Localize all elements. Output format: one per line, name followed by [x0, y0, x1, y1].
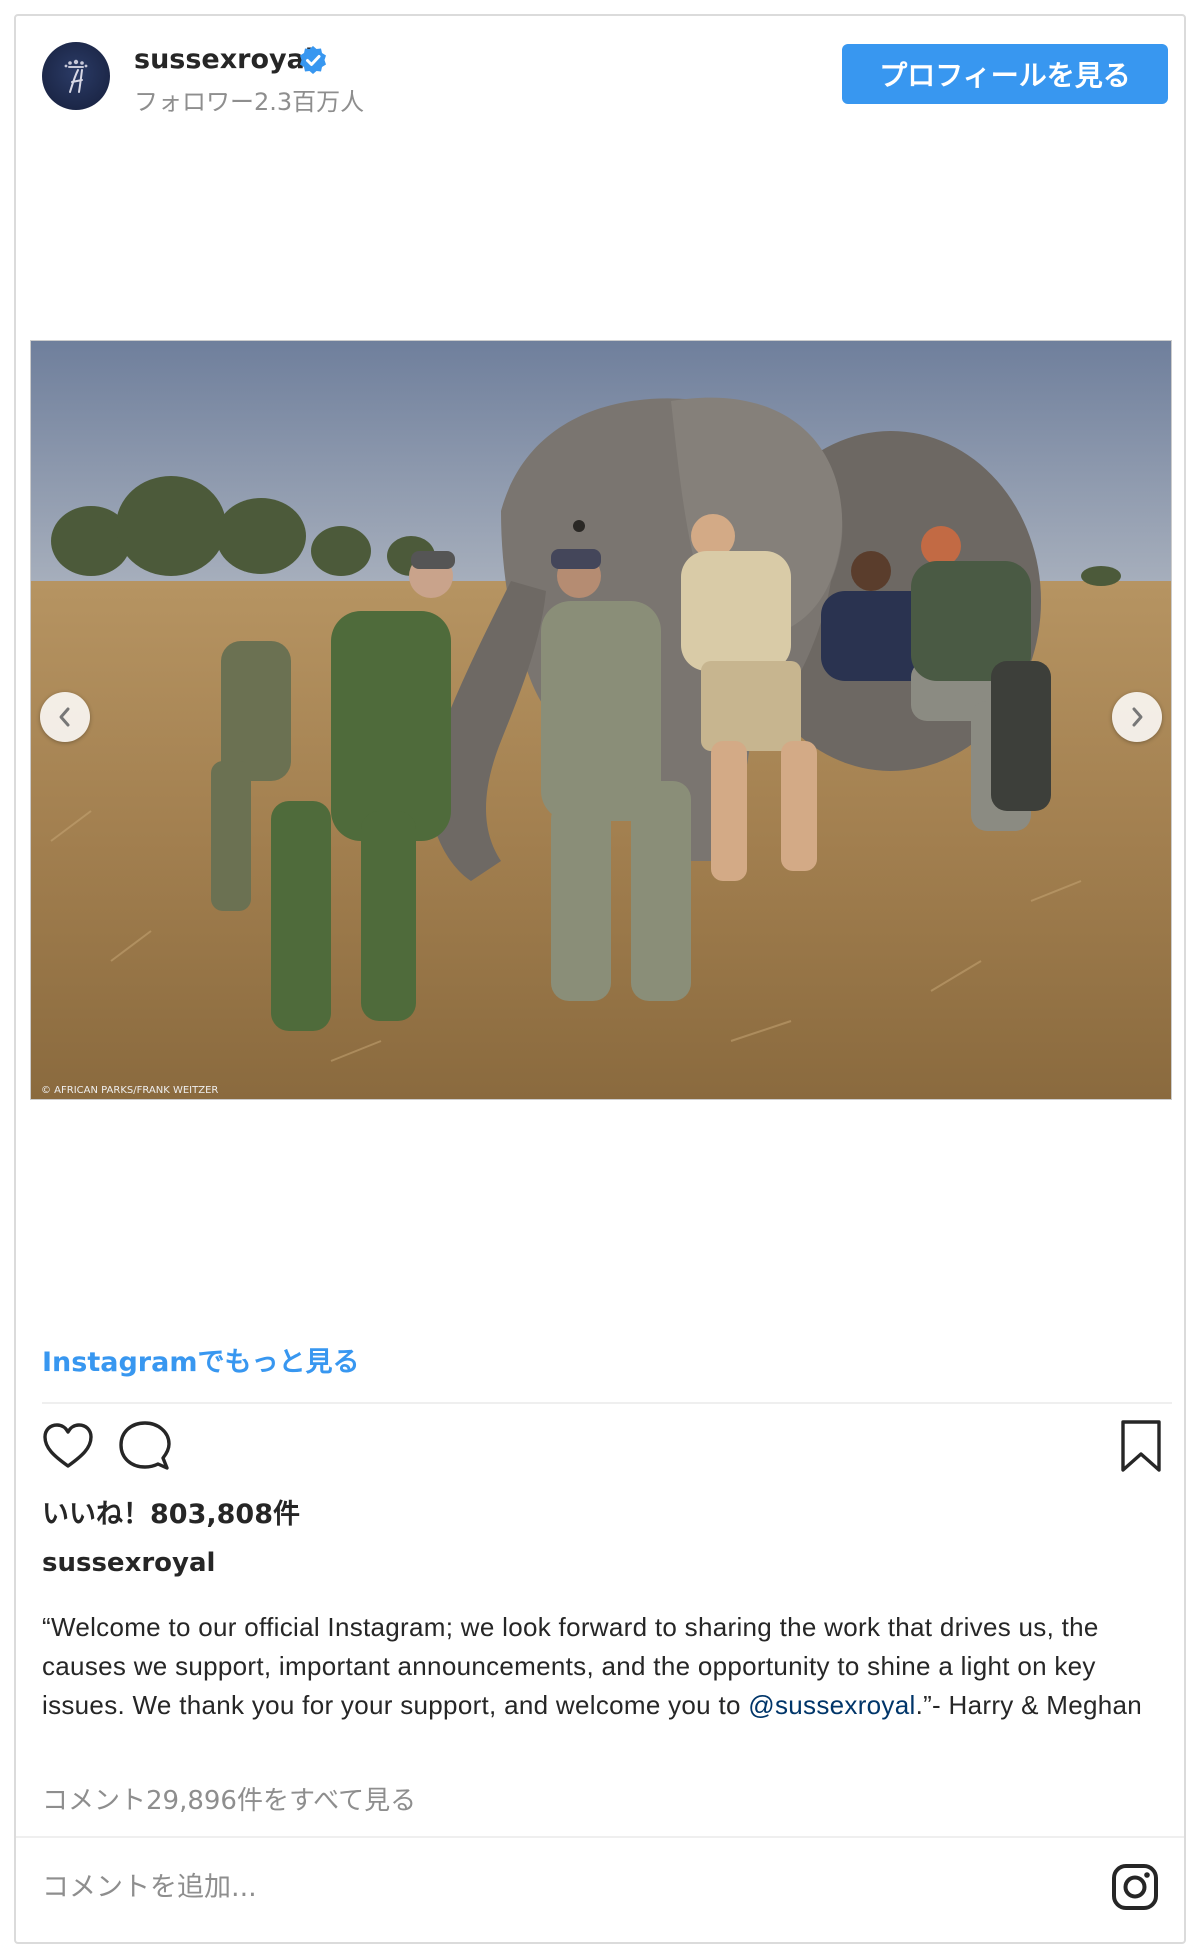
chevron-left-icon: [59, 707, 70, 727]
view-profile-button[interactable]: プロフィールを見る: [842, 44, 1168, 104]
elephant-photo-image: © AFRICAN PARKS/FRANK WEITZER: [31, 341, 1171, 1099]
next-slide-button[interactable]: [1112, 692, 1162, 742]
see-more-on-instagram-link[interactable]: Instagramでもっと見る: [42, 1340, 359, 1379]
add-comment-input[interactable]: [42, 1862, 1042, 1912]
follower-count: フォロワー2.3百万人: [134, 88, 365, 116]
like-count[interactable]: いいね！803,808件: [42, 1492, 300, 1531]
caption-username[interactable]: sussexroyal: [42, 1548, 215, 1578]
divider: [16, 1836, 1184, 1838]
heart-icon[interactable]: [40, 1418, 96, 1474]
profile-avatar[interactable]: [42, 42, 110, 110]
photo-watermark: © AFRICAN PARKS/FRANK WEITZER: [41, 1085, 218, 1096]
chevron-right-icon: [1132, 707, 1143, 727]
post-photo[interactable]: © AFRICAN PARKS/FRANK WEITZER: [30, 340, 1172, 1100]
caption-mention-link[interactable]: @sussexroyal: [748, 1690, 915, 1720]
header-username[interactable]: sussexroyal: [134, 44, 314, 75]
comment-icon[interactable]: [116, 1418, 172, 1474]
caption-text-end: .”- Harry & Meghan: [915, 1690, 1143, 1720]
bookmark-icon[interactable]: [1116, 1418, 1166, 1474]
instagram-embed-card: sussexroyal フォロワー2.3百万人 プロフィールを見る © AFRI…: [14, 14, 1186, 1944]
post-header: sussexroyal フォロワー2.3百万人 プロフィールを見る: [16, 16, 1184, 136]
view-all-comments-link[interactable]: コメント29,896件をすべて見る: [42, 1780, 416, 1817]
previous-slide-button[interactable]: [40, 692, 90, 742]
post-caption: “Welcome to our official Instagram; we l…: [42, 1608, 1172, 1725]
instagram-logo-icon[interactable]: [1110, 1862, 1160, 1912]
monogram-logo: [64, 59, 88, 93]
verified-badge-icon: [300, 46, 326, 74]
divider: [42, 1402, 1172, 1404]
